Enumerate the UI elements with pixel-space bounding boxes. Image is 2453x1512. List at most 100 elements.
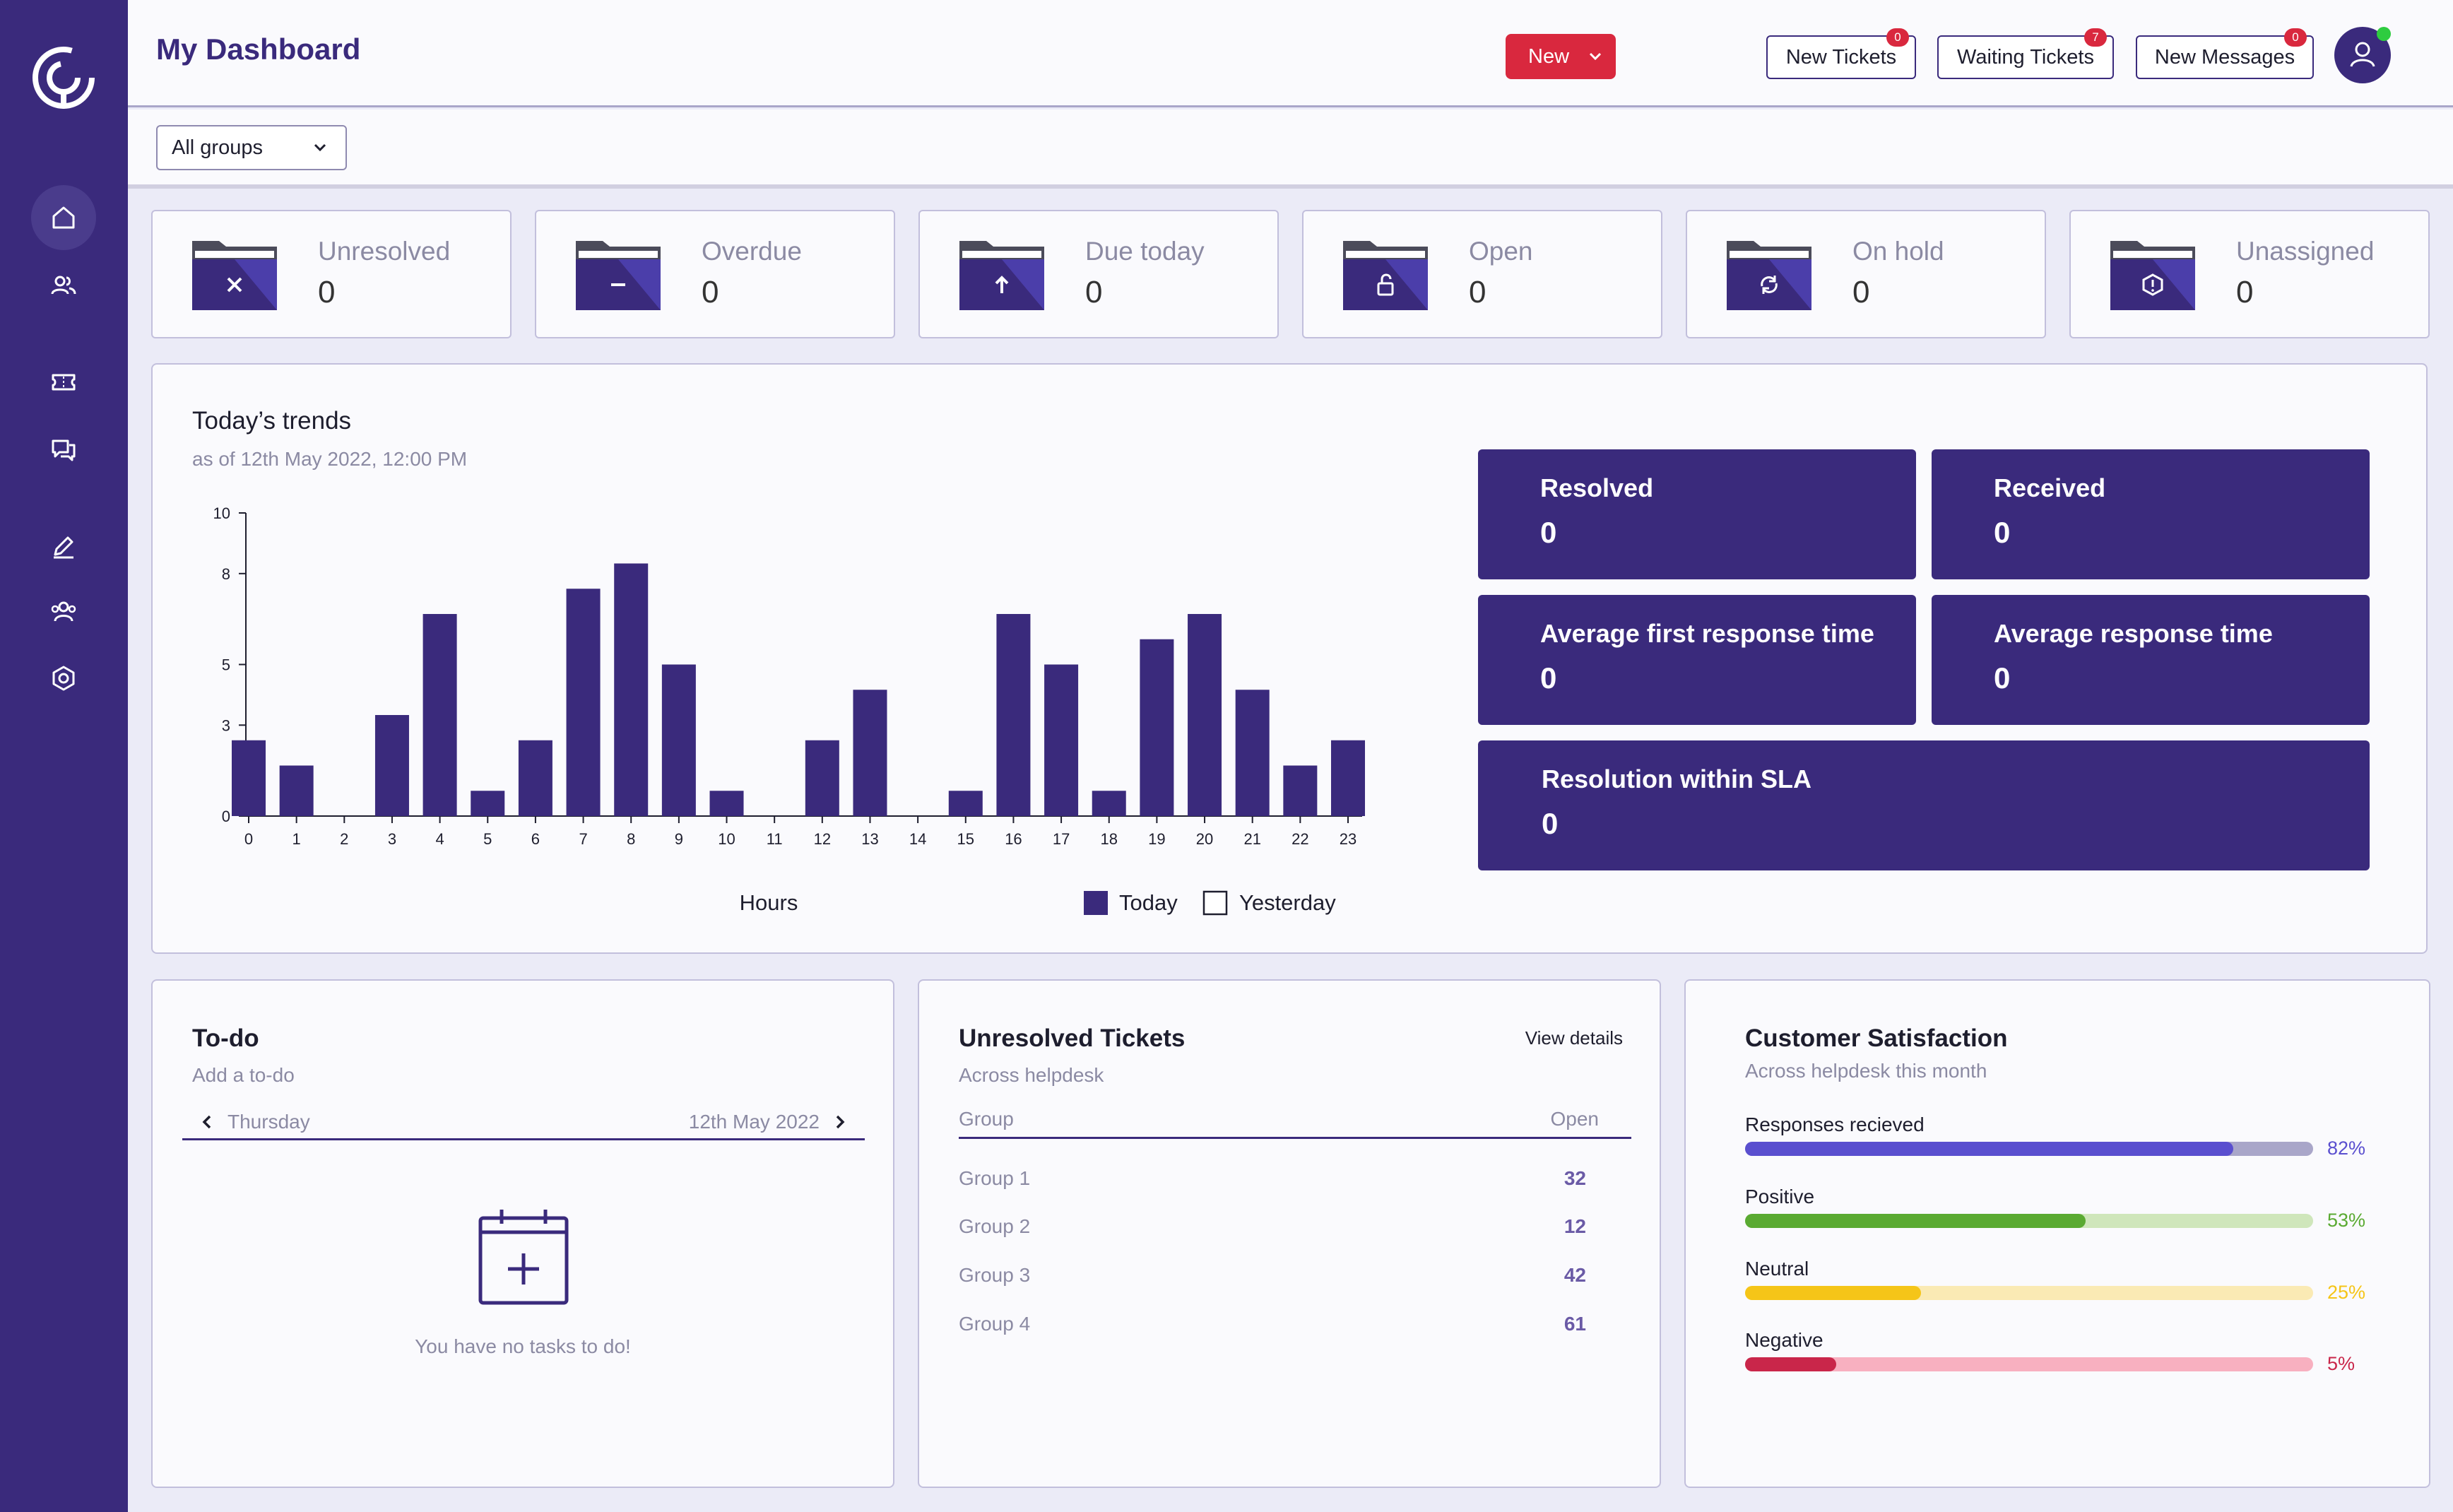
bar-hour-9[interactable] — [661, 664, 696, 817]
unresolved-title: Unresolved Tickets — [959, 1024, 1186, 1052]
satisfaction-row: Responses recieved 82% — [1745, 1114, 2381, 1177]
bar-hour-15[interactable] — [948, 791, 983, 816]
sidebar-item-edit[interactable] — [31, 514, 96, 579]
next-day-button[interactable]: 12th May 2022 — [689, 1111, 845, 1133]
bar-hour-12[interactable] — [805, 740, 839, 816]
stat-value: 0 — [1469, 275, 1486, 309]
y-tick-label: 5 — [222, 656, 230, 674]
sidebar-item-team[interactable] — [31, 579, 96, 644]
stat-card-unresolved[interactable]: Unresolved 0 — [151, 210, 512, 338]
todo-title: To-do — [192, 1024, 259, 1052]
view-details-link[interactable]: View details — [1525, 1027, 1623, 1049]
bar-hour-4[interactable] — [422, 614, 457, 816]
table-row[interactable]: Group 2 12 — [959, 1215, 1631, 1244]
bar-hour-3[interactable] — [374, 715, 409, 816]
avatar[interactable] — [2334, 27, 2391, 83]
bar-hour-13[interactable] — [853, 690, 887, 816]
x-tick-label: 18 — [1100, 830, 1117, 848]
bar-hour-20[interactable] — [1188, 614, 1222, 816]
metric-resolved: Resolved 0 — [1478, 449, 1916, 579]
stat-card-unassigned[interactable]: Unassigned 0 — [2069, 210, 2430, 338]
bar-hour-19[interactable] — [1140, 639, 1174, 816]
group-select-value: All groups — [172, 136, 263, 159]
stat-card-open[interactable]: Open 0 — [1302, 210, 1662, 338]
group-select[interactable]: All groups — [156, 125, 347, 170]
x-tick-label: 5 — [483, 830, 492, 848]
bar-hour-7[interactable] — [566, 589, 601, 816]
new-messages-label: New Messages — [2154, 45, 2295, 69]
table-row[interactable]: Group 4 61 — [959, 1313, 1631, 1341]
stat-card-on-hold[interactable]: On hold 0 — [1686, 210, 2046, 338]
sidebar-item-contacts[interactable] — [31, 253, 96, 318]
stat-label: Unresolved — [318, 237, 451, 266]
x-tick-label: 2 — [340, 830, 348, 848]
new-tickets-badge: 0 — [1886, 28, 1909, 47]
legend-today-label: Today — [1119, 890, 1178, 915]
sidebar-item-settings[interactable] — [31, 646, 96, 711]
sidebar — [0, 0, 128, 1512]
folder-minus-icon — [576, 241, 661, 310]
satisfaction-percent: 5% — [2327, 1353, 2356, 1374]
sidebar-item-tickets[interactable] — [31, 350, 96, 415]
satisfaction-fill — [1745, 1142, 2234, 1156]
folder-sync-icon — [1727, 241, 1811, 310]
y-tick-label: 0 — [222, 808, 230, 825]
bar-hour-1[interactable] — [279, 765, 314, 817]
x-tick-label: 1 — [292, 830, 301, 848]
new-button[interactable]: New — [1506, 34, 1616, 79]
stat-card-due-today[interactable]: Due today 0 — [918, 210, 1279, 338]
waiting-tickets-badge: 7 — [2084, 28, 2107, 47]
table-row[interactable]: Group 3 42 — [959, 1264, 1631, 1292]
bar-hour-8[interactable] — [614, 563, 649, 817]
bar-hour-0[interactable] — [232, 740, 266, 816]
bar-hour-16[interactable] — [996, 614, 1031, 816]
metric-label: Received — [1994, 473, 2106, 502]
bar-hour-23[interactable] — [1331, 740, 1365, 816]
x-tick-label: 7 — [579, 830, 587, 848]
sidebar-item-chat[interactable] — [31, 417, 96, 482]
new-button-label: New — [1528, 45, 1570, 68]
x-tick-label: 14 — [909, 830, 926, 848]
calendar-add-icon — [478, 1210, 569, 1305]
table-header: Group Open — [959, 1105, 1631, 1139]
x-tick-label: 0 — [244, 830, 253, 848]
y-tick-label: 10 — [213, 506, 230, 522]
logo-icon[interactable] — [27, 41, 100, 114]
bar-hour-6[interactable] — [518, 740, 552, 816]
chevron-left-icon — [202, 1115, 211, 1129]
x-tick-label: 3 — [388, 830, 396, 848]
metric-resolution-sla: Resolution within SLA 0 — [1478, 740, 2370, 870]
stat-card-overdue[interactable]: Overdue 0 — [535, 210, 895, 338]
metric-value: 0 — [1540, 516, 1557, 549]
page-title: My Dashboard — [156, 33, 361, 66]
satisfaction-subtitle: Across helpdesk this month — [1745, 1060, 1987, 1082]
metric-label: Average first response time — [1540, 619, 1874, 648]
folder-alert-icon — [2110, 241, 2195, 310]
prev-day-button[interactable]: Thursday — [202, 1111, 310, 1133]
folder-arrow-up-icon — [959, 241, 1044, 310]
trends-panel: Today’s trends as of 12th May 2022, 12:0… — [151, 363, 2428, 954]
bar-hour-18[interactable] — [1092, 791, 1126, 816]
bar-hour-21[interactable] — [1235, 690, 1270, 816]
bar-hour-22[interactable] — [1283, 765, 1318, 817]
todo-date: 12th May 2022 — [688, 1111, 820, 1133]
satisfaction-title: Customer Satisfaction — [1745, 1024, 2008, 1052]
new-messages-button[interactable]: New Messages 0 — [2136, 28, 2314, 79]
add-todo-link[interactable]: Add a to-do — [192, 1064, 295, 1087]
satisfaction-track — [1745, 1142, 2313, 1156]
waiting-tickets-button[interactable]: Waiting Tickets 7 — [1937, 28, 2114, 79]
legend-yesterday-swatch[interactable] — [1202, 890, 1228, 916]
sidebar-item-home[interactable] — [31, 185, 96, 250]
x-tick-label: 13 — [861, 830, 878, 848]
row-group: Group 4 — [959, 1313, 1031, 1335]
folder-close-icon — [192, 241, 277, 310]
row-group: Group 3 — [959, 1264, 1031, 1286]
stat-label: Due today — [1085, 237, 1205, 266]
bar-hour-10[interactable] — [709, 791, 744, 816]
new-tickets-button[interactable]: New Tickets 0 — [1766, 28, 1916, 79]
bar-hour-5[interactable] — [471, 791, 505, 816]
table-row[interactable]: Group 1 32 — [959, 1167, 1631, 1195]
bar-hour-17[interactable] — [1044, 664, 1079, 817]
x-tick-label: 8 — [627, 830, 635, 848]
chevron-right-icon — [836, 1115, 845, 1129]
